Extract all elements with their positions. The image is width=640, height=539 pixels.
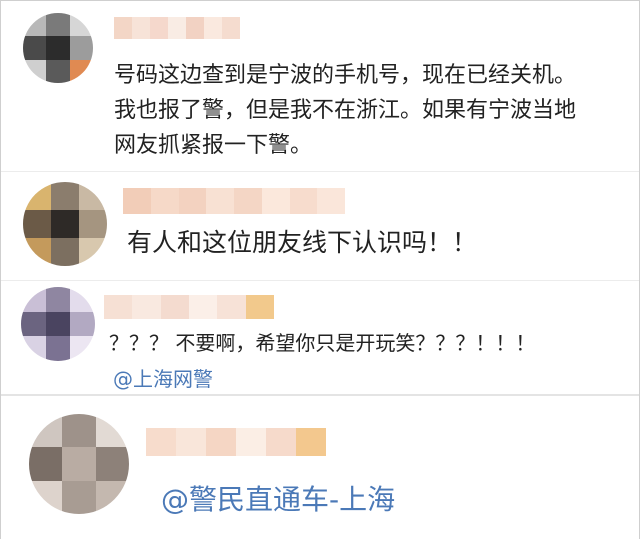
avatar-pixel bbox=[79, 182, 107, 210]
avatar[interactable] bbox=[29, 414, 129, 514]
avatar[interactable] bbox=[23, 182, 107, 266]
username-pixel bbox=[146, 428, 176, 456]
username-pixel bbox=[188, 295, 218, 319]
username-pixel bbox=[132, 17, 150, 39]
avatar-pixel bbox=[62, 414, 96, 448]
username-pixel bbox=[234, 188, 262, 214]
avatar[interactable] bbox=[21, 287, 95, 361]
username-blurred[interactable] bbox=[104, 295, 274, 319]
username-pixel bbox=[178, 188, 207, 214]
avatar-pixel bbox=[95, 447, 129, 481]
avatar-pixel bbox=[46, 13, 70, 37]
avatar-pixel bbox=[45, 311, 71, 337]
comment-text: ？？？ 不要啊，希望你只是开玩笑？？？！！！ bbox=[109, 331, 536, 355]
username-pixel bbox=[104, 295, 133, 319]
username-pixel bbox=[186, 17, 204, 39]
username-pixel bbox=[289, 188, 318, 214]
avatar-pixel bbox=[51, 182, 79, 210]
avatar-pixel bbox=[79, 210, 107, 238]
username-pixel bbox=[204, 17, 222, 39]
username-blurred[interactable] bbox=[123, 188, 345, 214]
avatar-pixel bbox=[21, 336, 46, 361]
avatar-pixel bbox=[70, 311, 95, 337]
avatar-pixel bbox=[69, 59, 93, 83]
username-pixel bbox=[176, 428, 206, 456]
username-pixel bbox=[206, 428, 236, 456]
comment-text: 号码这边查到是宁波的手机号，现在已经关机。 bbox=[114, 63, 577, 88]
username-pixel bbox=[114, 17, 132, 39]
comment-text: 有人和这位朋友线下认识吗！！ bbox=[127, 228, 478, 257]
avatar-pixel bbox=[23, 210, 51, 238]
avatar-pixel bbox=[70, 336, 95, 361]
avatar-pixel bbox=[46, 36, 70, 60]
avatar-pixel bbox=[21, 287, 46, 312]
avatar-pixel bbox=[46, 59, 70, 83]
avatar-pixel bbox=[23, 182, 51, 210]
username-pixel bbox=[317, 188, 345, 214]
avatar-pixel bbox=[79, 238, 107, 266]
username-pixel bbox=[266, 428, 296, 456]
avatar-pixel bbox=[45, 287, 71, 312]
avatar[interactable] bbox=[23, 13, 93, 83]
comment-text: 我也报了警，但是我不在浙江。如果有宁波当地 bbox=[114, 98, 577, 123]
avatar-pixel bbox=[23, 13, 47, 37]
username-blurred[interactable] bbox=[146, 428, 326, 456]
avatar-pixel bbox=[62, 480, 96, 514]
avatar-pixel bbox=[29, 480, 63, 514]
comment-item: 有人和这位朋友线下认识吗！！ bbox=[1, 172, 639, 280]
username-pixel bbox=[150, 188, 179, 214]
username-pixel bbox=[261, 188, 290, 214]
username-pixel bbox=[236, 428, 266, 456]
avatar-pixel bbox=[51, 238, 79, 266]
mention-link[interactable]: @警民直通车-上海 bbox=[161, 478, 395, 518]
username-pixel bbox=[150, 17, 168, 39]
username-pixel bbox=[245, 295, 274, 319]
avatar-pixel bbox=[69, 13, 93, 37]
avatar-pixel bbox=[95, 414, 129, 448]
avatar-pixel bbox=[95, 480, 129, 514]
comment-text: 网友抓紧报一下警。 bbox=[114, 133, 313, 158]
avatar-pixel bbox=[69, 36, 93, 60]
username-pixel bbox=[132, 295, 161, 319]
avatar-pixel bbox=[29, 447, 63, 481]
avatar-pixel bbox=[45, 336, 71, 361]
username-pixel bbox=[206, 188, 234, 214]
username-blurred[interactable] bbox=[114, 17, 240, 39]
username-pixel bbox=[123, 188, 151, 214]
comment-item: @警民直通车-上海 bbox=[1, 396, 639, 539]
avatar-pixel bbox=[62, 447, 96, 481]
username-pixel bbox=[217, 295, 246, 319]
username-pixel bbox=[160, 295, 189, 319]
comment-item: 号码这边查到是宁波的手机号，现在已经关机。 我也报了警，但是我不在浙江。如果有宁… bbox=[1, 1, 639, 171]
avatar-pixel bbox=[23, 59, 47, 83]
avatar-pixel bbox=[70, 287, 95, 312]
username-pixel bbox=[296, 428, 326, 456]
avatar-pixel bbox=[21, 311, 46, 337]
avatar-pixel bbox=[23, 36, 47, 60]
username-pixel bbox=[168, 17, 186, 39]
username-pixel bbox=[222, 17, 240, 39]
avatar-pixel bbox=[29, 414, 63, 448]
mention-link[interactable]: @上海网警 bbox=[113, 363, 213, 392]
comment-item: ？？？ 不要啊，希望你只是开玩笑？？？！！！ @上海网警 bbox=[1, 281, 639, 394]
avatar-pixel bbox=[51, 210, 79, 238]
avatar-pixel bbox=[23, 238, 51, 266]
